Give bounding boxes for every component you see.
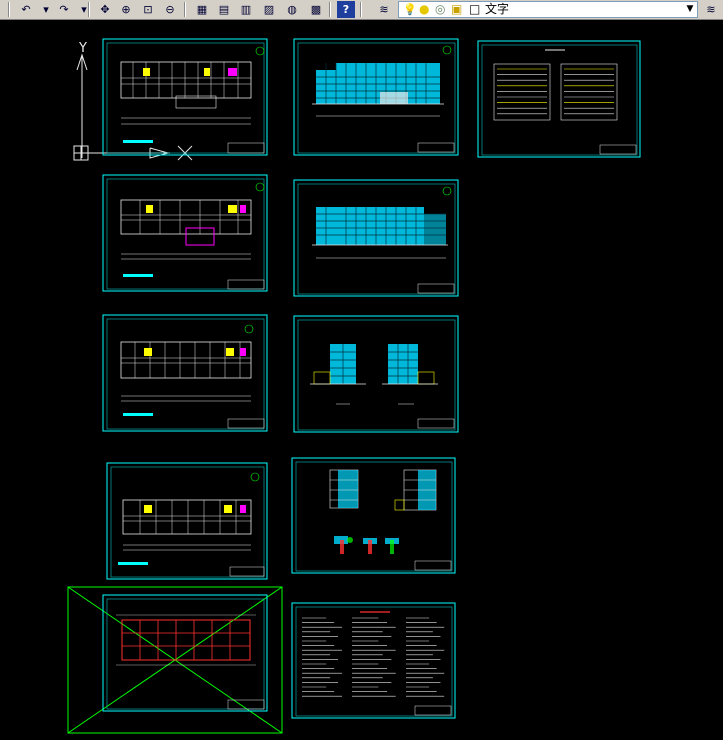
markup-button[interactable]: ◍ xyxy=(283,1,301,18)
model-space[interactable]: Y xyxy=(0,20,723,736)
properties-button[interactable]: ▦ xyxy=(193,1,211,18)
undo-button[interactable]: ↶ xyxy=(17,1,35,18)
pan-button[interactable]: ✥ xyxy=(96,1,114,18)
ucs-y-label: Y xyxy=(78,41,87,56)
drawing-sheet-rear-elevation[interactable] xyxy=(293,179,459,297)
viewport-freeze-icon: ◎ xyxy=(435,2,446,16)
redo-dropdown[interactable]: ▾ xyxy=(75,1,93,18)
drawing-sheet-foundation-plan[interactable] xyxy=(67,586,283,734)
design-center-button[interactable]: ▤ xyxy=(215,1,233,18)
toolbar-separator xyxy=(184,2,186,17)
tool-palettes-button[interactable]: ▥ xyxy=(237,1,255,18)
current-layer-name: 文字 xyxy=(485,2,510,16)
redo-button[interactable]: ↷ xyxy=(55,1,73,18)
sun-icon: ● xyxy=(419,2,430,16)
drawing-sheet-floor-plan-1[interactable] xyxy=(102,38,268,156)
drawing-sheet-floor-plan-3[interactable] xyxy=(102,314,268,432)
drawing-sheet-design-notes[interactable] xyxy=(291,602,456,719)
wall-detail-1 xyxy=(334,536,353,554)
lightbulb-icon: 💡 xyxy=(403,3,417,16)
drawing-sheet-side-elevations[interactable] xyxy=(293,315,459,433)
layer-control-dropdown[interactable]: 💡 ● ◎ ▣ □ 文字 xyxy=(398,1,698,18)
toolbar-separator xyxy=(8,2,10,17)
help-button[interactable]: ? xyxy=(337,1,355,18)
standard-toolbar: ↶ ▾ ↷ ▾ ✥ ⊕ ⊡ ⊖ ▦ ▤ ▥ ▨ ◍ ▩? ≋ 💡 ● ◎ ▣ □ 文字 ▼ ≋ xyxy=(0,0,723,20)
calculator-button[interactable]: ▩ xyxy=(307,1,325,18)
drawing-canvas[interactable]: Y xyxy=(0,20,723,736)
layer-previous-button[interactable]: ≋ xyxy=(702,1,720,18)
lock-icon: ▣ xyxy=(451,2,463,16)
drawing-sheet-sections-details[interactable] xyxy=(291,457,456,574)
drawing-sheet-floor-plan-4[interactable] xyxy=(106,462,268,580)
toolbar-separator xyxy=(360,2,362,17)
wall-detail-3 xyxy=(385,538,399,554)
layer-color-swatch: □ xyxy=(469,2,481,16)
zoom-window-button[interactable]: ⊡ xyxy=(139,1,157,18)
toolbar-separator xyxy=(329,2,331,17)
toolbar-separator xyxy=(88,2,90,17)
undo-dropdown[interactable]: ▾ xyxy=(37,1,55,18)
drawing-sheet-index[interactable] xyxy=(477,40,641,158)
drawing-sheet-floor-plan-2[interactable] xyxy=(102,174,268,292)
layer-manager-button[interactable]: ≋ xyxy=(375,1,393,18)
zoom-previous-button[interactable]: ⊖ xyxy=(161,1,179,18)
chevron-down-icon[interactable]: ▼ xyxy=(684,2,696,17)
sheet-set-button[interactable]: ▨ xyxy=(260,1,278,18)
drawing-sheet-front-elevation[interactable] xyxy=(293,38,459,156)
wall-detail-2 xyxy=(363,538,377,554)
zoom-realtime-button[interactable]: ⊕ xyxy=(117,1,135,18)
